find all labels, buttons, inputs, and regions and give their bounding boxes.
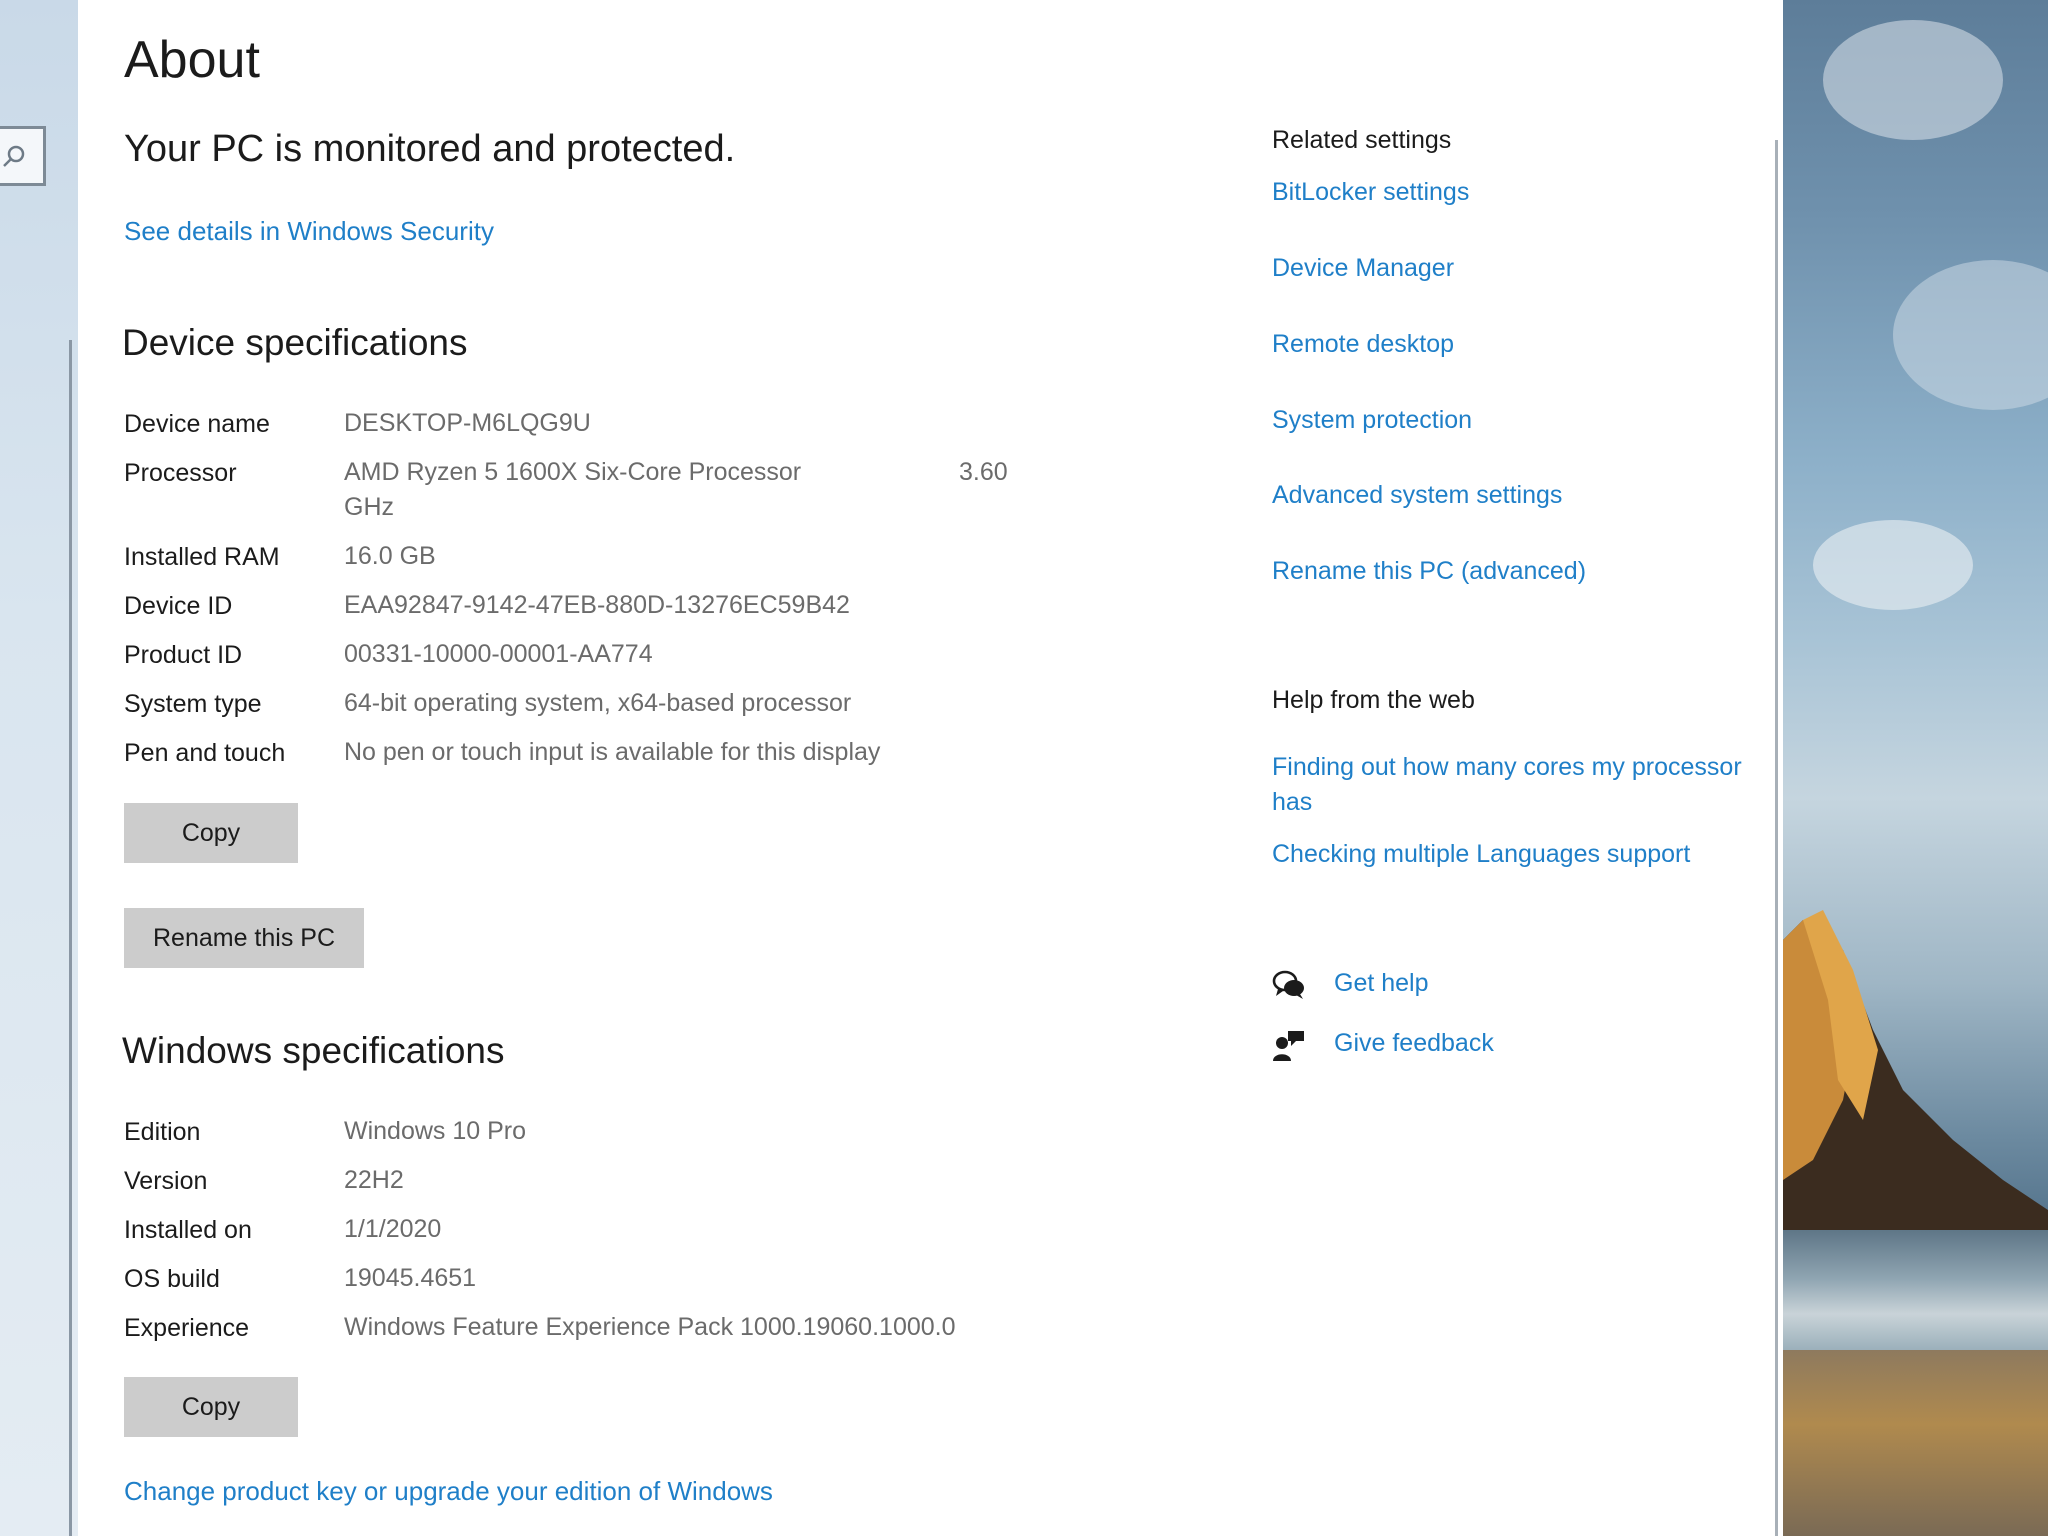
search-box[interactable] (0, 126, 46, 186)
wallpaper-rock (1783, 910, 2048, 1240)
rename-pc-advanced-link[interactable]: Rename this PC (advanced) (1272, 557, 1586, 586)
copy-windows-specs-button[interactable]: Copy (124, 1377, 298, 1437)
spec-value: Windows 10 Pro (344, 1117, 527, 1145)
windows-specs-heading: Windows specifications (122, 1030, 505, 1071)
advanced-system-settings-link[interactable]: Advanced system settings (1272, 481, 1562, 510)
spec-value: DESKTOP-M6LQG9U (344, 409, 591, 437)
desktop-wallpaper (1783, 0, 2048, 1536)
spec-value: EAA92847-9142-47EB-880D-13276EC59B42 (344, 591, 850, 619)
search-icon (3, 145, 25, 167)
remote-desktop-link[interactable]: Remote desktop (1272, 330, 1454, 359)
spec-value: 22H2 (344, 1166, 404, 1194)
help-link-languages[interactable]: Checking multiple Languages support (1272, 837, 1752, 872)
get-help-link[interactable]: Get help (1334, 969, 1429, 998)
page-title: About (124, 31, 260, 89)
spec-value: 00331-10000-00001-AA774 (344, 640, 653, 668)
spec-label: Installed on (124, 1216, 252, 1244)
spec-value-clock-unit: GHz (344, 493, 394, 521)
spec-value: Windows Feature Experience Pack 1000.190… (344, 1313, 956, 1341)
get-help-icon (1272, 970, 1304, 999)
protection-status: Your PC is monitored and protected. (124, 128, 736, 170)
help-link-cores[interactable]: Finding out how many cores my processor … (1272, 750, 1752, 820)
spec-label: System type (124, 690, 262, 718)
upgrade-edition-link[interactable]: Change product key or upgrade your editi… (124, 1476, 773, 1507)
spec-label: OS build (124, 1265, 220, 1293)
spec-label: Version (124, 1167, 208, 1195)
desktop-background-left (0, 0, 78, 1536)
give-feedback-icon (1273, 1031, 1304, 1061)
spec-label: Experience (124, 1314, 250, 1342)
spec-label: Device name (124, 410, 270, 438)
nav-pane-divider (69, 340, 72, 1536)
spec-value: 19045.4651 (344, 1264, 477, 1292)
related-settings-heading: Related settings (1272, 126, 1452, 154)
spec-value: AMD Ryzen 5 1600X Six-Core Processor (344, 458, 802, 486)
spec-label: Installed RAM (124, 543, 280, 571)
give-feedback-link[interactable]: Give feedback (1334, 1029, 1494, 1058)
spec-label: Device ID (124, 592, 233, 620)
copy-device-specs-button[interactable]: Copy (124, 803, 298, 863)
spec-value: 16.0 GB (344, 542, 436, 570)
device-specs-heading: Device specifications (122, 322, 468, 363)
windows-security-link[interactable]: See details in Windows Security (124, 216, 494, 247)
rename-pc-button[interactable]: Rename this PC (124, 908, 364, 968)
scrollbar[interactable] (1775, 140, 1778, 1536)
device-manager-link[interactable]: Device Manager (1272, 254, 1454, 283)
spec-value: 64-bit operating system, x64-based proce… (344, 689, 852, 717)
help-from-web-heading: Help from the web (1272, 686, 1475, 714)
spec-label: Edition (124, 1118, 201, 1146)
spec-label: Pen and touch (124, 739, 286, 767)
spec-value-clock: 3.60 (959, 458, 1008, 486)
spec-value: No pen or touch input is available for t… (344, 738, 881, 766)
system-protection-link[interactable]: System protection (1272, 406, 1472, 435)
spec-label: Processor (124, 459, 237, 487)
spec-label: Product ID (124, 641, 243, 669)
bitlocker-settings-link[interactable]: BitLocker settings (1272, 178, 1469, 207)
settings-window: About Your PC is monitored and protected… (78, 0, 1783, 1536)
spec-value: 1/1/2020 (344, 1215, 442, 1243)
